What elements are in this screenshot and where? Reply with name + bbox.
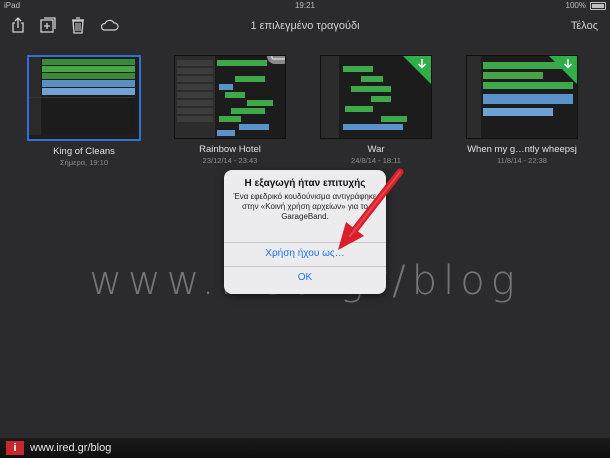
download-icon: [418, 59, 426, 69]
song-thumbnail[interactable]: [466, 55, 578, 139]
new-song-icon[interactable]: [38, 15, 58, 35]
tracks-preview: [29, 57, 135, 135]
done-button[interactable]: Τέλος: [571, 20, 598, 32]
toolbar: 1 επιλεγμένο τραγούδι Τέλος: [0, 12, 610, 40]
song-item[interactable]: Rainbow Hotel 23/12/14 - 23:43: [172, 55, 288, 165]
song-name: Rainbow Hotel: [199, 144, 261, 155]
ok-button[interactable]: OK: [224, 266, 386, 289]
alert-message: Ένα εφεδρικό κουδούνισμα αντιγράφηκε στη…: [233, 192, 377, 221]
battery-icon: [590, 1, 606, 10]
song-name: War: [367, 144, 385, 155]
tracks-preview: [175, 56, 285, 138]
cloud-status-icon: [267, 56, 285, 64]
footer-bar: i www.ired.gr/blog: [0, 438, 610, 458]
battery-percent: 100%: [565, 1, 586, 10]
song-thumbnail[interactable]: [27, 55, 141, 141]
alert-title: Η εξαγωγή ήταν επιτυχής: [244, 178, 366, 189]
download-icon: [564, 59, 572, 69]
cloud-icon[interactable]: [98, 15, 120, 35]
toolbar-title: 1 επιλεγμένο τραγούδι: [250, 20, 360, 32]
song-date: 23/12/14 - 23:43: [202, 156, 258, 165]
song-thumbnail[interactable]: [320, 55, 432, 139]
song-date: Σήμερα, 19:10: [59, 158, 108, 167]
song-item[interactable]: When my g…ntly wheepsj 11/8/14 - 22:38: [464, 55, 580, 165]
footer-url: www.ired.gr/blog: [30, 442, 112, 454]
song-item[interactable]: King of Cleans Σήμερα, 19:10: [26, 55, 142, 167]
trash-icon[interactable]: [68, 15, 88, 35]
share-icon[interactable]: [8, 15, 28, 35]
song-date: 11/8/14 - 22:38: [497, 156, 547, 165]
song-name: King of Cleans: [53, 146, 115, 157]
song-date: 24/8/14 - 18:11: [351, 156, 401, 165]
status-right: 100%: [566, 1, 606, 10]
status-bar: iPad 19:21 100%: [0, 0, 610, 12]
song-item[interactable]: War 24/8/14 - 18:11: [318, 55, 434, 165]
song-thumbnail[interactable]: [174, 55, 286, 139]
status-time: 19:21: [294, 1, 316, 10]
use-sound-as-button[interactable]: Χρήση ήχου ως…: [224, 242, 386, 265]
export-success-alert: Η εξαγωγή ήταν επιτυχής Ένα εφεδρικό κου…: [224, 170, 386, 294]
ired-logo: i: [6, 441, 24, 455]
song-name: When my g…ntly wheepsj: [467, 144, 577, 155]
